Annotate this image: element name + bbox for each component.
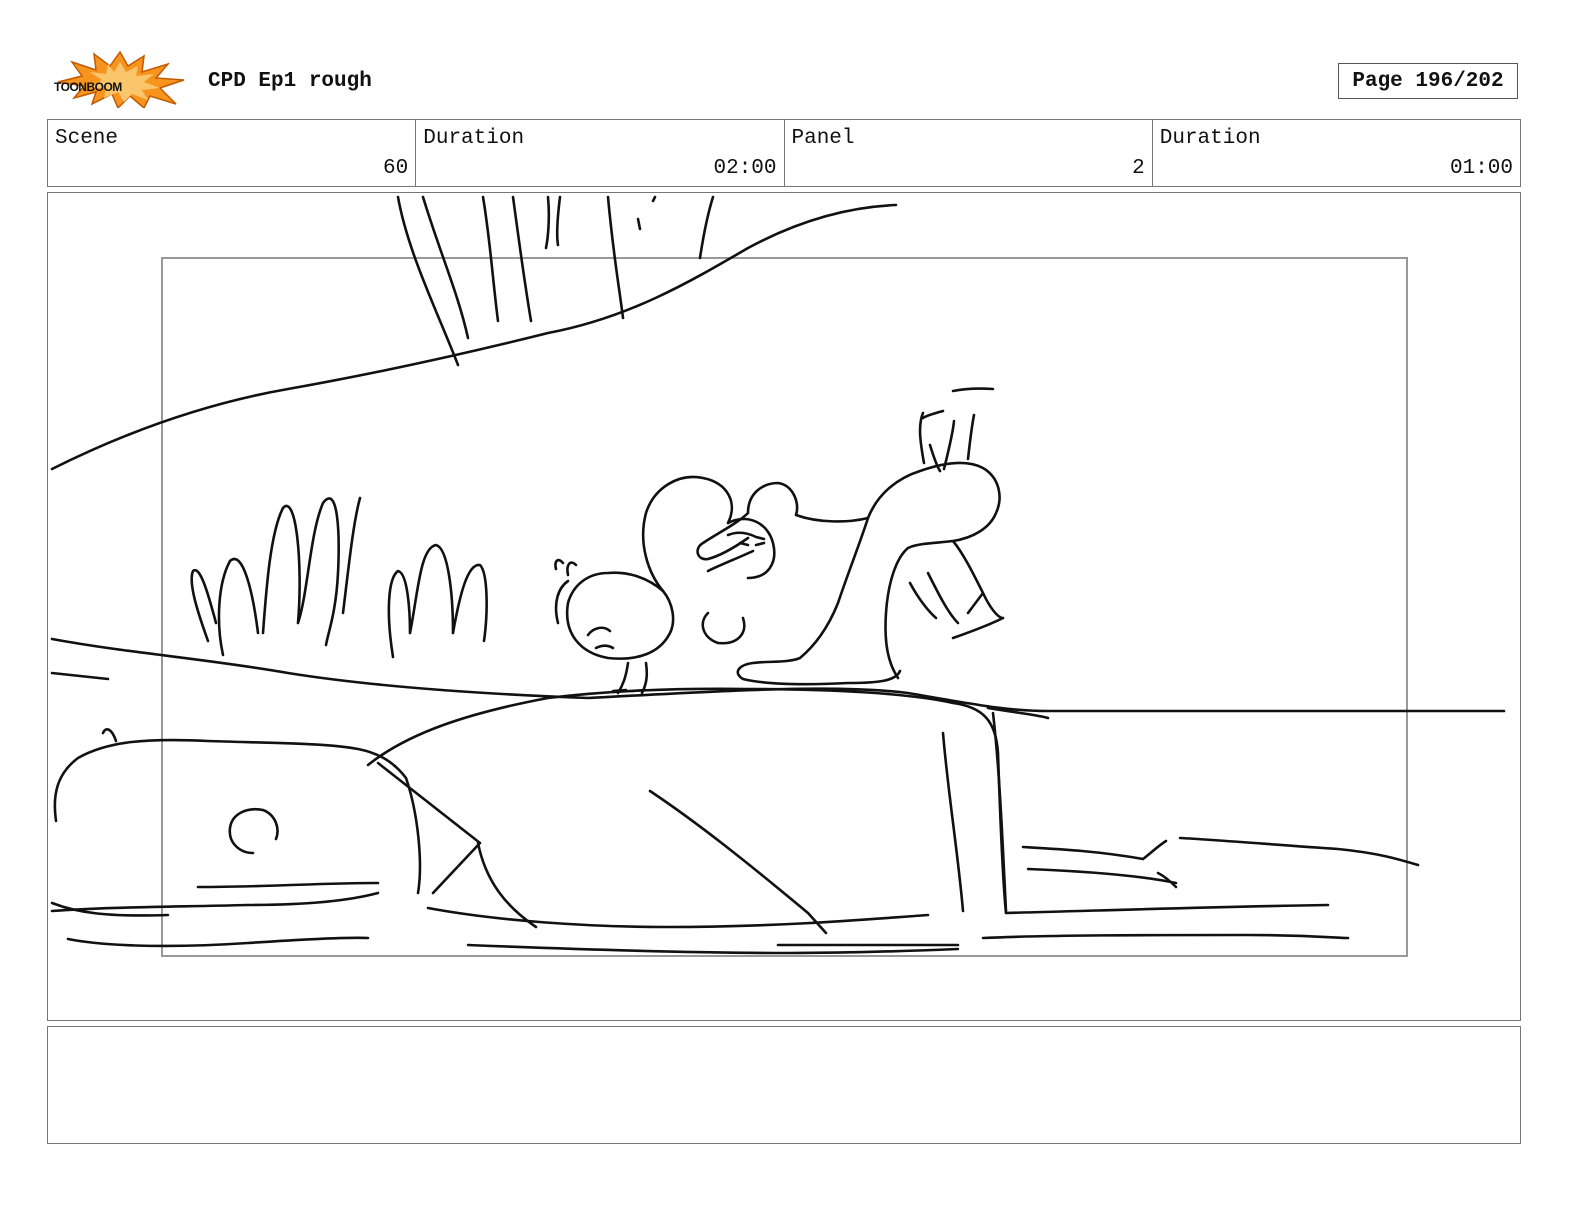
scene-label: Scene [55, 127, 119, 150]
character-dog [736, 387, 1005, 686]
bush-left [190, 496, 362, 657]
page-indicator: Page 196/202 [1338, 63, 1518, 99]
panel-notes-box [47, 1026, 1521, 1144]
panel-duration-label: Duration [1159, 127, 1261, 150]
scene-cell: Scene 60 [48, 120, 417, 186]
panel-label: Panel [791, 127, 855, 150]
panel-duration-value: 01:00 [1449, 157, 1513, 180]
document-title: CPD Ep1 rough [208, 70, 372, 93]
scene-duration-label: Duration [423, 127, 525, 150]
scene-duration-value: 02:00 [713, 157, 777, 180]
ground-line [50, 637, 1506, 713]
rock-ear-c [228, 807, 279, 855]
storyboard-panel [47, 192, 1521, 1021]
scene-value: 60 [383, 157, 409, 180]
scene-duration-cell: Duration 02:00 [416, 120, 785, 186]
panel-info-table: Scene 60 Duration 02:00 Panel 2 Duration… [47, 119, 1521, 187]
logo-wordmark: TOONBOOM [54, 80, 122, 94]
tree-trunk-lines [396, 195, 715, 367]
panel-value: 2 [1132, 157, 1145, 180]
ground-stroke [50, 671, 110, 681]
panel-sketch [50, 195, 1506, 955]
hill-line [50, 203, 898, 471]
toonboom-logo: TOONBOOM [52, 50, 188, 110]
rock-top [366, 687, 1008, 915]
character-duck [696, 481, 870, 573]
panel-duration-cell: Duration 01:00 [1153, 120, 1520, 186]
bush-right [387, 543, 488, 659]
panel-cell: Panel 2 [785, 120, 1153, 186]
